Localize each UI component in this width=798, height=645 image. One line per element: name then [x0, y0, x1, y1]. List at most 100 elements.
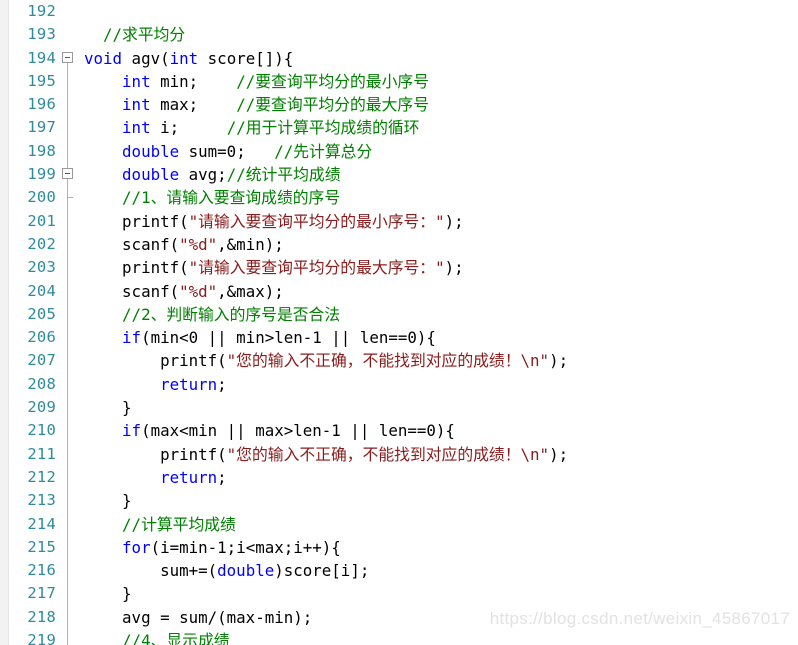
code-text[interactable]: if(min<0 || min>len-1 || len==0){ — [84, 326, 436, 349]
code-text[interactable]: int i; //用于计算平均成绩的循环 — [84, 116, 419, 139]
fold-gutter[interactable] — [60, 279, 84, 303]
code-line[interactable]: 216 sum+=(double)score[i]; — [0, 559, 798, 583]
code-text[interactable]: } — [84, 489, 132, 512]
code-token-str: "您的输入不正确，不能找到对应的成绩！\n" — [226, 444, 550, 464]
code-text[interactable]: scanf("%d",&min); — [84, 233, 284, 256]
fold-collapse-icon[interactable] — [62, 168, 73, 180]
code-text[interactable]: } — [84, 396, 132, 419]
fold-gutter[interactable] — [60, 23, 84, 46]
code-text[interactable]: double sum=0; //先计算总分 — [84, 140, 372, 163]
code-line[interactable]: 213 } — [0, 489, 798, 513]
code-text[interactable]: return; — [84, 373, 227, 396]
fold-gutter[interactable] — [60, 442, 84, 466]
fold-gutter[interactable] — [60, 0, 84, 23]
code-line[interactable]: 199 double avg;//统计平均成绩 — [0, 163, 798, 187]
code-token-str: "%d" — [179, 281, 218, 301]
fold-gutter[interactable] — [60, 489, 84, 513]
fold-guide-line — [67, 179, 68, 187]
fold-gutter[interactable] — [60, 582, 84, 606]
code-text[interactable]: } — [84, 582, 132, 605]
code-lines-container[interactable]: 192 193 //求平均分 194 void agv(int score[]){19… — [0, 0, 798, 645]
code-text[interactable]: //4、显示成绩 — [84, 629, 230, 645]
code-text[interactable]: printf("您的输入不正确，不能找到对应的成绩！\n"); — [84, 443, 568, 466]
code-line[interactable]: 203 printf("请输入要查询平均分的最大序号："); — [0, 256, 798, 280]
fold-gutter[interactable] — [60, 163, 84, 187]
code-text[interactable]: int min; //要查询平均分的最小序号 — [84, 70, 429, 93]
line-number: 214 — [27, 514, 56, 533]
fold-gutter[interactable] — [60, 232, 84, 257]
code-line[interactable]: 202 scanf("%d",&min); — [0, 232, 798, 257]
fold-gutter[interactable] — [60, 256, 84, 280]
code-line[interactable]: 214 //计算平均成绩 — [0, 512, 798, 536]
code-text[interactable]: sum+=(double)score[i]; — [84, 559, 369, 582]
line-number: 206 — [27, 328, 56, 347]
fold-gutter[interactable] — [60, 629, 84, 645]
fold-gutter[interactable] — [60, 69, 84, 94]
code-line[interactable]: 208 return; — [0, 372, 798, 397]
fold-gutter[interactable] — [60, 116, 84, 140]
fold-gutter[interactable] — [60, 93, 84, 117]
code-line[interactable]: 210 if(max<min || max>len-1 || len==0){ — [0, 419, 798, 443]
code-token-pln: sum+=( — [84, 561, 218, 581]
code-text[interactable]: printf("您的输入不正确，不能找到对应的成绩！\n"); — [84, 349, 568, 372]
code-line[interactable]: 205 //2、判断输入的序号是否合法 — [0, 302, 798, 327]
code-line[interactable]: 201 printf("请输入要查询平均分的最小序号："); — [0, 209, 798, 233]
code-token-pln: )score[i]; — [274, 561, 370, 581]
code-text[interactable]: double avg;//统计平均成绩 — [84, 163, 340, 186]
fold-gutter[interactable] — [60, 419, 84, 443]
line-number: 208 — [27, 374, 56, 393]
code-text[interactable]: //1、请输入要查询成绩的序号 — [84, 186, 340, 209]
code-editor[interactable]: 192 193 //求平均分 194 void agv(int score[]){19… — [0, 0, 798, 645]
code-text[interactable]: return; — [84, 466, 227, 489]
code-line[interactable]: 217 } — [0, 582, 798, 606]
code-line[interactable]: 212 return; — [0, 465, 798, 490]
code-line[interactable]: 219 //4、显示成绩 — [0, 629, 798, 645]
fold-collapse-icon[interactable] — [62, 51, 73, 63]
code-line[interactable]: 215 for(i=min-1;i<max;i++){ — [0, 535, 798, 560]
fold-gutter[interactable] — [60, 326, 84, 350]
fold-gutter[interactable] — [60, 349, 84, 373]
code-line[interactable]: 193 //求平均分 — [0, 23, 798, 46]
code-line[interactable]: 209 } — [0, 396, 798, 420]
fold-gutter[interactable] — [60, 396, 84, 420]
code-line[interactable]: 200 //1、请输入要查询成绩的序号 — [0, 186, 798, 210]
fold-gutter[interactable] — [60, 605, 84, 630]
line-number: 195 — [27, 71, 56, 90]
fold-gutter[interactable] — [60, 535, 84, 560]
code-line[interactable]: 207 printf("您的输入不正确，不能找到对应的成绩！\n"); — [0, 349, 798, 373]
code-text[interactable]: //2、判断输入的序号是否合法 — [84, 303, 340, 326]
line-number: 207 — [27, 351, 56, 370]
code-text[interactable]: int max; //要查询平均分的最大序号 — [84, 93, 429, 116]
fold-gutter[interactable] — [60, 209, 84, 233]
fold-gutter[interactable] — [60, 186, 84, 210]
fold-gutter[interactable] — [60, 372, 84, 397]
fold-gutter[interactable] — [60, 139, 84, 164]
fold-gutter[interactable] — [60, 512, 84, 536]
code-text[interactable]: printf("请输入要查询平均分的最大序号："); — [84, 256, 464, 279]
fold-gutter[interactable] — [60, 47, 84, 70]
code-text[interactable]: scanf("%d",&max); — [84, 280, 284, 303]
code-line[interactable]: 194 void agv(int score[]){ — [0, 47, 798, 70]
code-text[interactable]: for(i=min-1;i<max;i++){ — [84, 536, 341, 559]
code-token-cmt: //求平均分 — [84, 25, 186, 45]
code-text[interactable]: if(max<min || max>len-1 || len==0){ — [84, 419, 455, 442]
code-text[interactable]: printf("请输入要查询平均分的最小序号："); — [84, 210, 464, 233]
fold-gutter[interactable] — [60, 559, 84, 583]
code-text[interactable]: avg = sum/(max-min); — [84, 606, 312, 629]
code-text[interactable]: //计算平均成绩 — [84, 513, 236, 536]
code-line[interactable]: 218 avg = sum/(max-min); — [0, 605, 798, 630]
code-line[interactable]: 197 int i; //用于计算平均成绩的循环 — [0, 116, 798, 140]
code-line[interactable]: 192 — [0, 0, 798, 23]
code-text[interactable]: void agv(int score[]){ — [84, 47, 293, 70]
code-text[interactable]: //求平均分 — [84, 23, 185, 46]
code-line[interactable]: 198 double sum=0; //先计算总分 — [0, 139, 798, 164]
code-token-kw: return — [160, 374, 218, 394]
code-line[interactable]: 196 int max; //要查询平均分的最大序号 — [0, 93, 798, 117]
code-line[interactable]: 195 int min; //要查询平均分的最小序号 — [0, 69, 798, 94]
code-token-kw: int — [122, 71, 151, 91]
fold-gutter[interactable] — [60, 302, 84, 327]
code-line[interactable]: 204 scanf("%d",&max); — [0, 279, 798, 303]
code-line[interactable]: 206 if(min<0 || min>len-1 || len==0){ — [0, 326, 798, 350]
fold-gutter[interactable] — [60, 465, 84, 490]
code-line[interactable]: 211 printf("您的输入不正确，不能找到对应的成绩！\n"); — [0, 442, 798, 466]
